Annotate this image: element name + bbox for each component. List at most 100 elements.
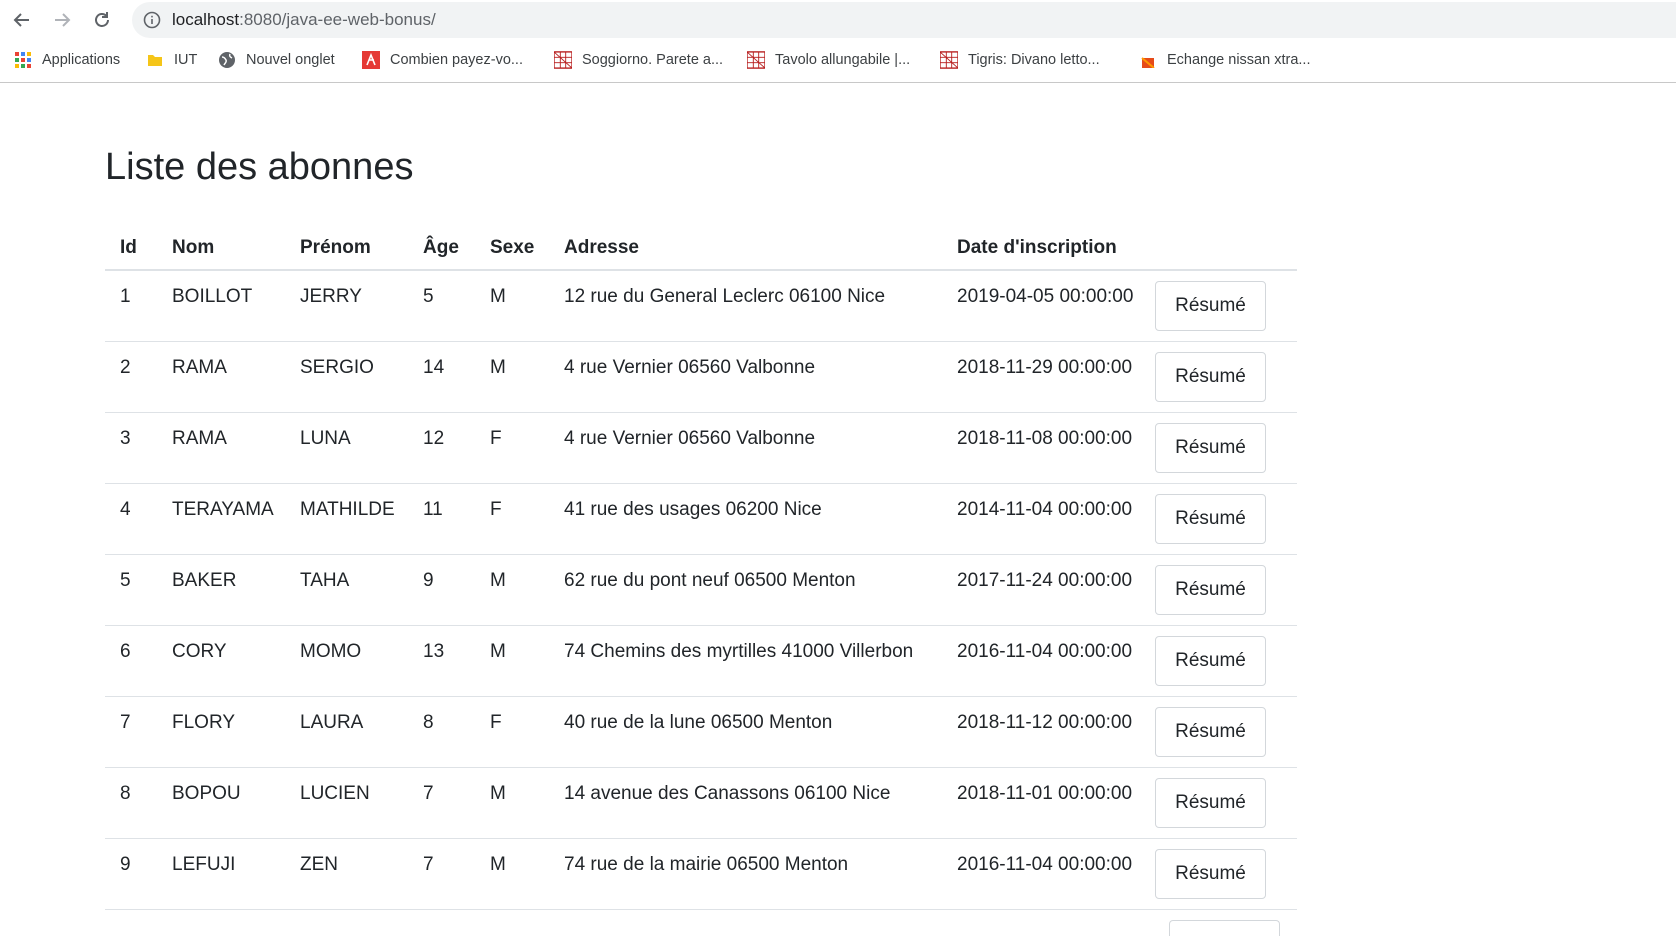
page-title: Liste des abonnes — [105, 146, 414, 188]
folder-icon — [146, 51, 164, 69]
cell-id: 7 — [105, 696, 157, 768]
column-header-sexe: Sexe — [475, 226, 549, 271]
bookmark-nouvel-onglet[interactable]: Nouvel onglet — [218, 49, 335, 71]
bookmark-label: Applications — [42, 52, 121, 68]
url-path: :8080/java-ee-web-bonus/ — [239, 10, 436, 29]
resume-button[interactable]: Résumé — [1155, 422, 1266, 473]
cell-prenom: LUCIEN — [285, 767, 408, 839]
cell-sexe: M — [475, 838, 549, 910]
cell-age: 12 — [408, 412, 475, 484]
cell-prenom: MOMO — [285, 625, 408, 697]
site-favicon-grid-icon — [554, 51, 572, 69]
column-header-action — [1155, 226, 1297, 271]
cell-date: 2014-11-04 00:00:00 — [942, 483, 1155, 555]
table-row: 3 RAMA LUNA 12 F 4 rue Vernier 06560 Valbonne… — [105, 412, 1297, 484]
cell-adresse: 4 rue Vernier 06560 Valbonne — [549, 341, 942, 413]
cell-sexe: F — [475, 696, 549, 768]
cell-sexe: F — [475, 412, 549, 484]
column-header-adresse: Adresse — [549, 226, 942, 271]
bookmark-tigris[interactable]: Tigris: Divano letto... — [940, 49, 1100, 71]
cell-id: 6 — [105, 625, 157, 697]
table-row: 7 FLORY LAURA 8 F 40 rue de la lune 06500 Men… — [105, 696, 1297, 768]
bookmark-applications[interactable]: Applications — [14, 49, 120, 71]
cell-age: 14 — [408, 341, 475, 413]
cell-nom: FLORY — [157, 696, 285, 768]
bookmark-label: Combien payez-vo... — [390, 52, 523, 68]
column-header-date: Date d'inscription — [942, 226, 1155, 271]
cell-date: 2018-11-08 00:00:00 — [942, 412, 1155, 484]
cell-sexe: M — [475, 341, 549, 413]
table-body: 1 BOILLOT JERRY 5 M 12 rue du General Leclerc… — [105, 270, 1297, 910]
cell-nom: BAKER — [157, 554, 285, 626]
url-text[interactable]: localhost:8080/java-ee-web-bonus/ — [172, 10, 436, 30]
cell-adresse: 4 rue Vernier 06560 Valbonne — [549, 412, 942, 484]
bookmark-label: Echange nissan xtra... — [1167, 52, 1311, 68]
subscribers-table: Id Nom Prénom Âge Sexe Adresse Date d'in… — [105, 226, 1297, 910]
resume-button[interactable]: Résumé — [1155, 351, 1266, 402]
resume-button[interactable]: Résumé — [1155, 848, 1266, 899]
site-favicon-red-icon — [362, 51, 380, 69]
bookmark-soggiorno[interactable]: Soggiorno. Parete a... — [554, 49, 723, 71]
cell-id: 2 — [105, 341, 157, 413]
cell-prenom: MATHILDE — [285, 483, 408, 555]
cell-action: Résumé — [1155, 341, 1297, 413]
cell-adresse: 74 rue de la mairie 06500 Menton — [549, 838, 942, 910]
column-header-prenom: Prénom — [285, 226, 408, 271]
table-row-partial — [105, 910, 1297, 936]
cell-nom: CORY — [157, 625, 285, 697]
cell-adresse: 41 rue des usages 06200 Nice — [549, 483, 942, 555]
bookmark-iut[interactable]: IUT — [146, 49, 197, 71]
table-row: 2 RAMA SERGIO 14 M 4 rue Vernier 06560 Valbon… — [105, 341, 1297, 413]
cell-adresse: 62 rue du pont neuf 06500 Menton — [549, 554, 942, 626]
resume-button[interactable]: Résumé — [1155, 777, 1266, 828]
cell-adresse: 12 rue du General Leclerc 06100 Nice — [549, 270, 942, 342]
globe-icon — [218, 51, 236, 69]
cell-prenom: TAHA — [285, 554, 408, 626]
cell-date: 2019-04-05 00:00:00 — [942, 270, 1155, 342]
cell-action: Résumé — [1155, 412, 1297, 484]
resume-button[interactable]: Résumé — [1155, 706, 1266, 757]
cell-prenom: SERGIO — [285, 341, 408, 413]
cell-nom: TERAYAMA — [157, 483, 285, 555]
cell-nom: RAMA — [157, 412, 285, 484]
bookmark-label: Tigris: Divano letto... — [968, 52, 1100, 68]
bookmark-combien[interactable]: Combien payez-vo... — [362, 49, 523, 71]
cell-action: Résumé — [1155, 554, 1297, 626]
bookmark-echange[interactable]: Echange nissan xtra... — [1139, 49, 1310, 71]
bookmark-label: Nouvel onglet — [246, 52, 335, 68]
site-favicon-orange-icon — [1139, 51, 1157, 69]
table-row: 5 BAKER TAHA 9 M 62 rue du pont neuf 06500 Me… — [105, 554, 1297, 626]
table-header-row: Id Nom Prénom Âge Sexe Adresse Date d'in… — [105, 226, 1297, 271]
cell-action: Résumé — [1155, 483, 1297, 555]
cell-sexe: M — [475, 767, 549, 839]
cell-sexe: M — [475, 554, 549, 626]
address-bar[interactable]: localhost:8080/java-ee-web-bonus/ — [132, 2, 1676, 38]
apps-grid-icon — [14, 51, 32, 69]
info-icon — [143, 11, 161, 29]
arrow-left-icon — [13, 13, 29, 27]
resume-button-partial[interactable] — [1169, 920, 1280, 936]
table-row: 6 CORY MOMO 13 M 74 Chemins des myrtilles 410… — [105, 625, 1297, 697]
back-button[interactable] — [8, 6, 36, 34]
cell-adresse: 14 avenue des Canassons 06100 Nice — [549, 767, 942, 839]
forward-button[interactable] — [48, 6, 76, 34]
cell-action: Résumé — [1155, 767, 1297, 839]
cell-date: 2016-11-04 00:00:00 — [942, 838, 1155, 910]
bookmark-label: Tavolo allungabile |... — [775, 52, 911, 68]
cell-nom: BOPOU — [157, 767, 285, 839]
cell-prenom: JERRY — [285, 270, 408, 342]
resume-button[interactable]: Résumé — [1155, 564, 1266, 615]
column-header-id: Id — [105, 226, 157, 271]
cell-action: Résumé — [1155, 696, 1297, 768]
column-header-nom: Nom — [157, 226, 285, 271]
cell-prenom: LUNA — [285, 412, 408, 484]
cell-age: 5 — [408, 270, 475, 342]
cell-age: 13 — [408, 625, 475, 697]
reload-button[interactable] — [88, 6, 116, 34]
resume-button[interactable]: Résumé — [1155, 493, 1266, 544]
bookmark-tavolo[interactable]: Tavolo allungabile |... — [747, 49, 910, 71]
resume-button[interactable]: Résumé — [1155, 635, 1266, 686]
cell-sexe: M — [475, 625, 549, 697]
resume-button[interactable]: Résumé — [1155, 281, 1266, 331]
cell-date: 2018-11-12 00:00:00 — [942, 696, 1155, 768]
